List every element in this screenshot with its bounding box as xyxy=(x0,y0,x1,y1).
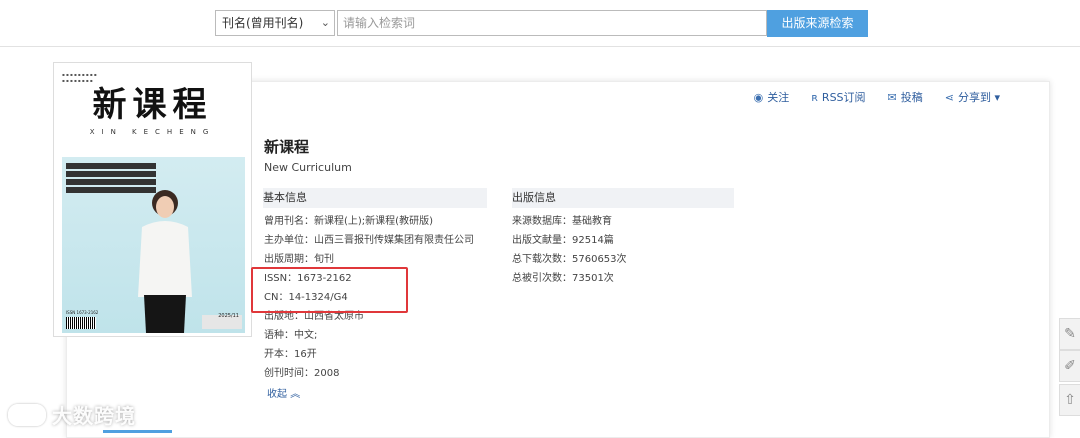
chevron-down-icon: ⌄ xyxy=(320,16,330,29)
cover-person-image xyxy=(138,190,242,333)
active-tab-indicator xyxy=(103,430,172,433)
search-field-select-value: 刊名(曾用刊名) xyxy=(222,16,304,30)
info-former-title: 曾用刊名：新课程(上);新课程(教研版) xyxy=(264,216,433,227)
cover-photo: 2025/11 ISSN 1673-2162 xyxy=(62,157,245,333)
cover-issn: ISSN 1673-2162 xyxy=(66,310,99,315)
journal-title: 新课程 xyxy=(264,138,310,156)
info-founded: 创刊时间：2008 xyxy=(264,368,340,379)
journal-english-title: New Curriculum xyxy=(264,161,352,174)
cover-issue: 2025/11 xyxy=(218,313,239,319)
logo-icon xyxy=(8,404,46,426)
back-to-top-icon[interactable]: ⇧ xyxy=(1059,384,1080,416)
eye-icon: ◉ xyxy=(753,91,764,104)
info-language: 语种：中文; xyxy=(264,330,318,341)
rss-button[interactable]: ʀ RSS订阅 xyxy=(811,89,865,105)
info-citations: 总被引次数：73501次 xyxy=(512,273,614,284)
publish-info-list: 来源数据库：基础教育 出版文献量：92514篇 总下载次数：5760653次 总… xyxy=(512,212,627,288)
collapse-link[interactable]: 收起 ︽ xyxy=(267,385,300,400)
info-format: 开本：16开 xyxy=(264,349,317,360)
cover-header-text: ▪ ▪ ▪ ▪ ▪ ▪ ▪ ▪ ▪ ▪ ▪ ▪ ▪ ▪ ▪ ▪ ▪ xyxy=(62,72,97,83)
info-doc-count: 出版文献量：92514篇 xyxy=(512,235,614,246)
watermark-logo: 大数跨境 xyxy=(8,400,136,429)
submit-button[interactable]: ✉ 投稿 xyxy=(888,89,923,105)
cover-pinyin: XIN KECHENG xyxy=(89,128,216,136)
search-bar: 刊名(曾用刊名) ⌄ 请输入检索词 出版来源检索 xyxy=(0,0,1080,47)
info-sponsor: 主办单位：山西三晋报刊传媒集团有限责任公司 xyxy=(264,235,474,246)
share-button[interactable]: ⋖ 分享到 ▾ xyxy=(945,89,1000,105)
follow-button[interactable]: ◉ 关注 xyxy=(754,89,790,105)
search-field-select[interactable]: 刊名(曾用刊名) ⌄ xyxy=(215,10,335,36)
basic-info-header: 基本信息 xyxy=(263,188,487,208)
highlight-box xyxy=(251,267,408,313)
cover-title: 新课程 xyxy=(92,85,213,125)
mail-icon: ✉ xyxy=(887,91,897,104)
barcode xyxy=(66,317,96,329)
journal-cover: ▪ ▪ ▪ ▪ ▪ ▪ ▪ ▪ ▪ ▪ ▪ ▪ ▪ ▪ ▪ ▪ ▪ 新课程 XIN… xyxy=(53,62,252,337)
edit-icon[interactable]: ✐ xyxy=(1059,350,1080,382)
chevron-up-icon: ︽ xyxy=(290,389,301,400)
search-input[interactable]: 请输入检索词 xyxy=(337,10,767,36)
share-icon: ⋖ xyxy=(944,91,954,104)
publish-info-header: 出版信息 xyxy=(512,188,734,208)
rss-icon: ʀ xyxy=(811,91,818,104)
info-source-db: 来源数据库：基础教育 xyxy=(512,216,612,227)
comment-icon[interactable]: ✎ xyxy=(1059,318,1080,350)
action-bar: ◉ 关注 ʀ RSS订阅 ✉ 投稿 ⋖ 分享到 ▾ xyxy=(754,89,1000,105)
info-downloads: 总下载次数：5760653次 xyxy=(512,254,627,265)
search-button[interactable]: 出版来源检索 xyxy=(767,10,868,37)
